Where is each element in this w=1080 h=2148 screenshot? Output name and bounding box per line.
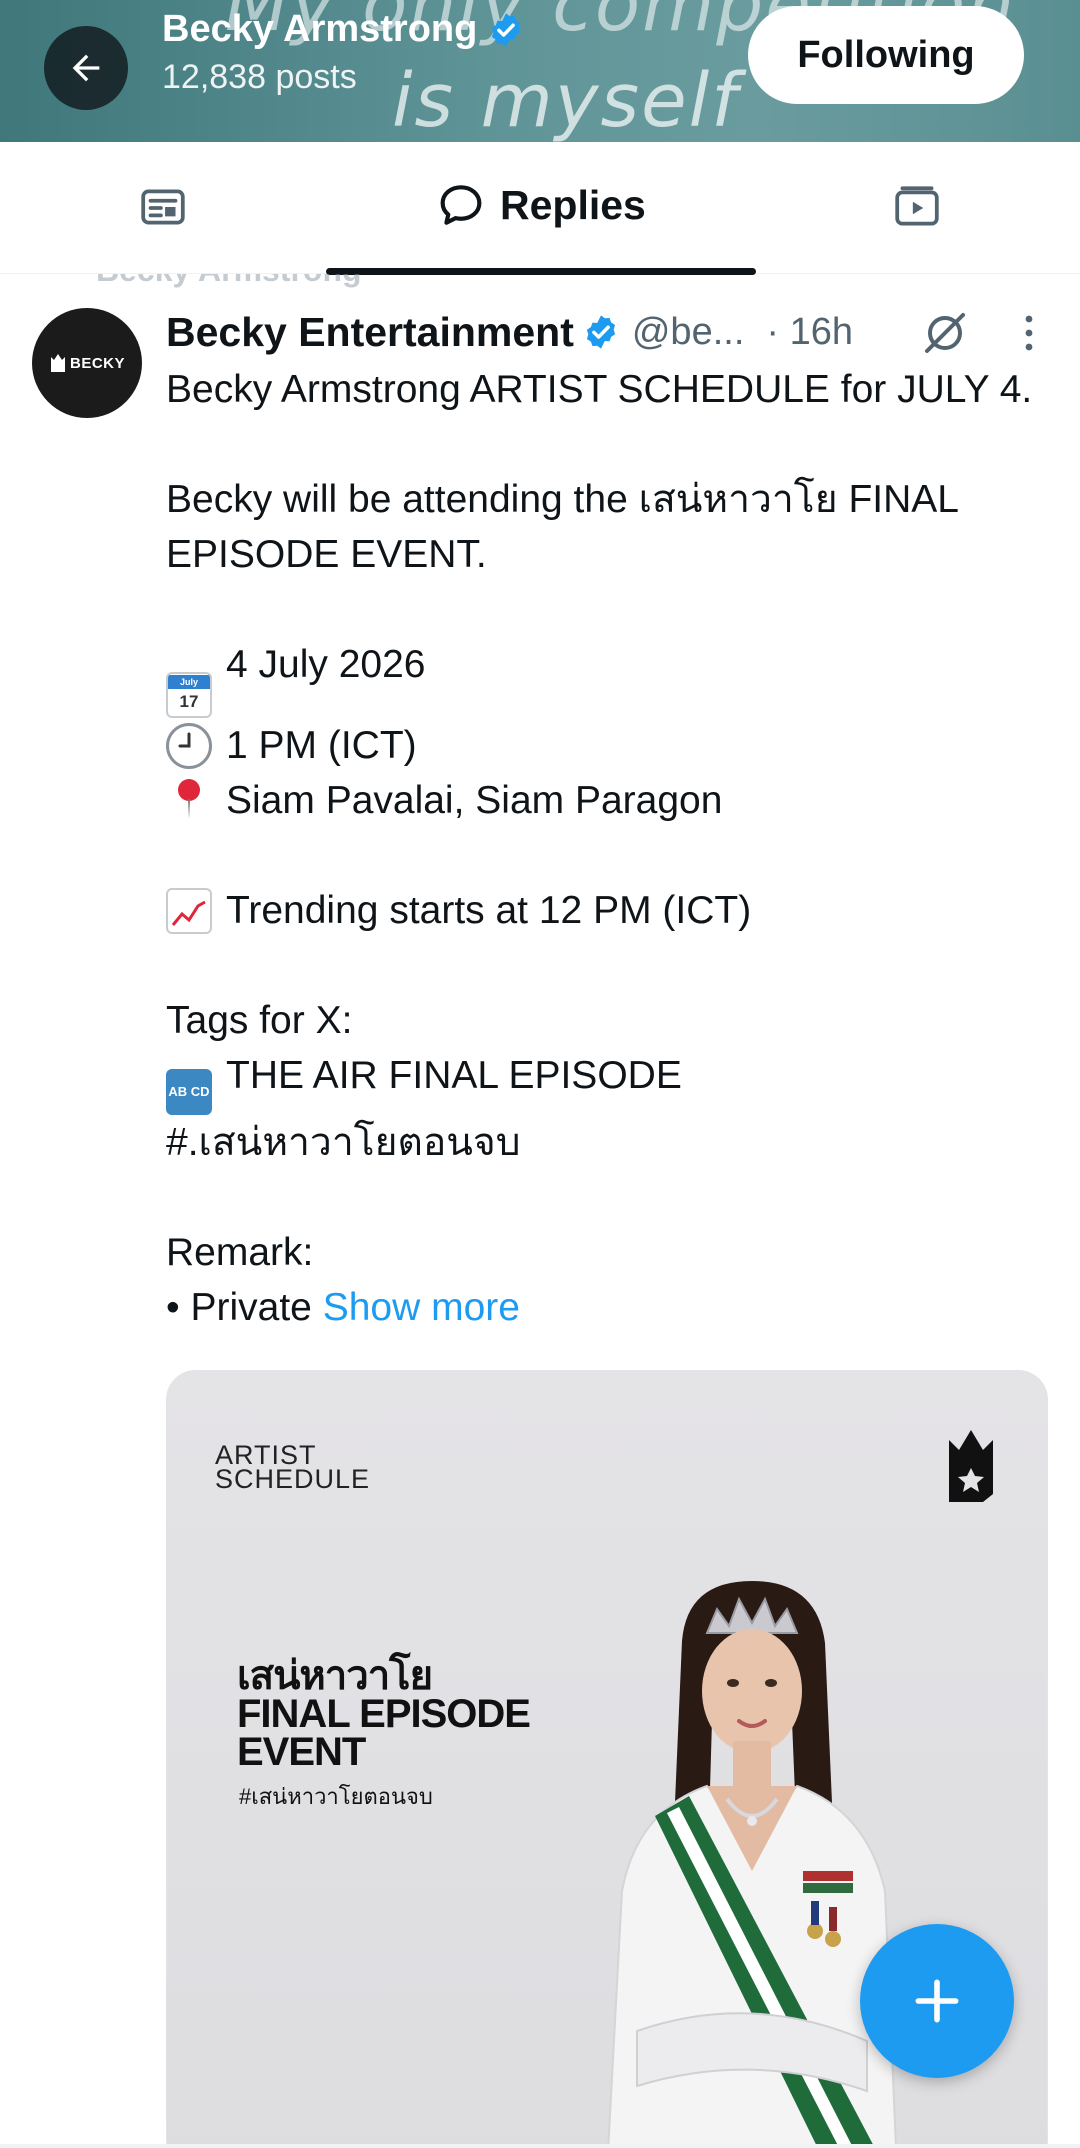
- event-date: 4 July 2026: [226, 643, 426, 686]
- event-location: Siam Pavalai, Siam Paragon: [226, 779, 723, 822]
- tweet-line-location: Siam Pavalai, Siam Paragon: [166, 773, 1046, 828]
- chart-increasing-icon: [166, 888, 212, 934]
- tweet-line-remark: • Private Show more: [166, 1280, 1046, 1335]
- plus-icon: [915, 1979, 959, 2023]
- event-time: 1 PM (ICT): [226, 724, 417, 767]
- tweet-line-hashtag: #.เสน่หาวาโยตอนจบ: [166, 1120, 521, 1164]
- tab-articles[interactable]: [138, 182, 188, 237]
- compose-post-button[interactable]: [860, 1924, 1014, 2078]
- tab-media[interactable]: [892, 182, 942, 237]
- profile-name: Becky Armstrong: [162, 8, 525, 51]
- tweet-text[interactable]: Becky Armstrong ARTIST SCHEDULE for JULY…: [166, 362, 1046, 1335]
- avatar-text: BECKY: [69, 354, 125, 372]
- brand-logo-icon: [943, 1426, 999, 1511]
- profile-tabs: Replies: [0, 142, 1080, 275]
- poster-title-line3: EVENT: [237, 1730, 366, 1774]
- tweet-line: Becky will be attending the เสน่หาวาโย F…: [166, 478, 958, 576]
- reply-bubble-icon: [440, 185, 482, 225]
- verified-badge-icon: [586, 315, 615, 349]
- tweet-line-date: July 17 4 July 2026: [166, 637, 1046, 718]
- previous-post-peek: Becky Armstrong: [0, 274, 1080, 288]
- tag-1: THE AIR FINAL EPISODE: [226, 1054, 682, 1097]
- show-more-link[interactable]: Show more: [323, 1286, 520, 1329]
- calendar-icon-month: July: [168, 675, 210, 689]
- post-time[interactable]: · 16h: [766, 311, 853, 354]
- profile-name-text: Becky Armstrong: [162, 8, 478, 50]
- poster-artist-schedule: ARTIST SCHEDULE: [215, 1442, 371, 1494]
- tweet-line: Becky Armstrong ARTIST SCHEDULE for JULY…: [166, 368, 1033, 411]
- profile-header-banner: My only competition is myself Becky Arms…: [0, 0, 1080, 142]
- poster-artist-line2: SCHEDULE: [215, 1464, 371, 1494]
- abcd-icon: AB CD: [166, 1068, 212, 1115]
- back-button[interactable]: [44, 26, 128, 110]
- tweet-line-trending: Trending starts at 12 PM (ICT): [166, 883, 1046, 938]
- bottom-divider: [0, 2144, 1080, 2148]
- trending-time: Trending starts at 12 PM (ICT): [226, 889, 752, 932]
- more-vertical-icon: [1025, 315, 1033, 351]
- following-button[interactable]: Following: [748, 6, 1024, 104]
- article-icon: [141, 189, 185, 225]
- banner-text-line2: is myself: [392, 58, 740, 142]
- author-handle[interactable]: @be...: [632, 311, 745, 354]
- more-options-button[interactable]: [1009, 311, 1049, 360]
- poster-title-line2: FINAL EPISODE: [237, 1692, 531, 1736]
- author-name[interactable]: Becky Entertainment: [166, 309, 574, 356]
- grok-icon: [925, 313, 965, 353]
- arrow-left-icon: [72, 54, 100, 82]
- tweet-line: Tags for X:: [166, 999, 353, 1042]
- verified-badge: [582, 313, 620, 351]
- calendar-icon: July 17: [166, 672, 212, 718]
- remark-text: • Private: [166, 1285, 323, 1329]
- calendar-icon-day: 17: [179, 692, 199, 711]
- poster-title-line1: เสน่หาวาโย: [237, 1654, 433, 1698]
- video-icon: [895, 186, 939, 226]
- poster-title: เสน่หาวาโย FINAL EPISODE EVENT: [237, 1654, 531, 1774]
- tweet-line-tag: AB CD THE AIR FINAL EPISODE: [166, 1048, 1046, 1115]
- tweet-header: Becky Entertainment @be... · 16h: [166, 305, 1056, 359]
- avatar[interactable]: BECKY: [32, 308, 142, 418]
- clock-icon: [166, 723, 212, 769]
- tweet-line-time: 1 PM (ICT): [166, 718, 1046, 773]
- grok-button[interactable]: [921, 309, 969, 362]
- verified-badge-icon: [492, 12, 521, 47]
- post-count: 12,838 posts: [162, 58, 357, 96]
- location-pin-icon: [166, 776, 212, 822]
- poster-hashtag: #เสน่หาวาโยตอนจบ: [239, 1784, 433, 1809]
- tab-replies-label: Replies: [500, 181, 646, 228]
- tweet-line: Remark:: [166, 1230, 314, 1274]
- becky-logo-icon: [50, 354, 65, 372]
- tab-replies[interactable]: Replies: [436, 180, 646, 230]
